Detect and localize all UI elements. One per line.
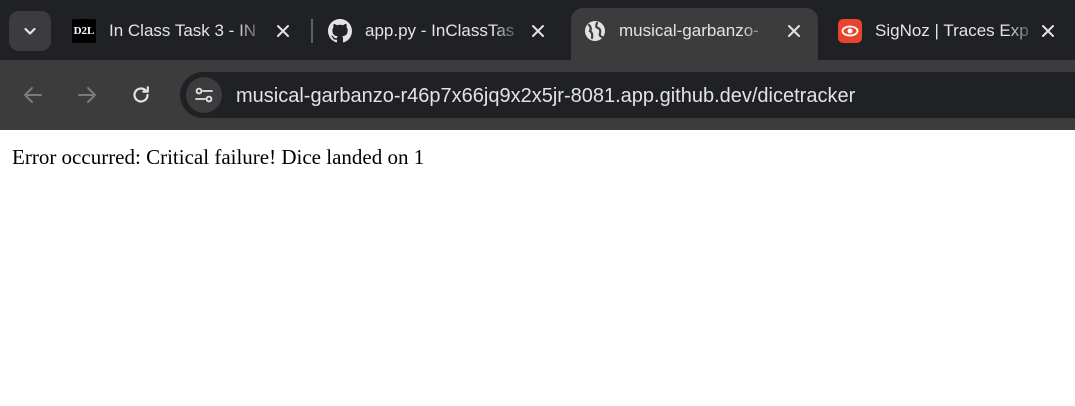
tab-signoz[interactable]: SigNoz | Traces Exp — [838, 8, 1068, 54]
tab-app-py[interactable]: app.py - InClassTas — [328, 8, 558, 54]
browser-chrome: D2L In Class Task 3 - IN app.py - InClas… — [0, 0, 1075, 130]
reload-icon — [133, 86, 149, 103]
url-text: musical-garbanzo-r46p7x66jq9x2x5jr-8081.… — [236, 85, 856, 107]
forward-button[interactable] — [72, 80, 102, 110]
tab-separator — [311, 19, 313, 43]
arrow-right-icon — [78, 87, 96, 103]
page-content: Error occurred: Critical failure! Dice l… — [0, 130, 1075, 406]
back-button[interactable] — [18, 80, 48, 110]
toolbar: musical-garbanzo-r46p7x66jq9x2x5jr-8081.… — [0, 60, 1075, 130]
close-tab-button[interactable] — [783, 20, 805, 42]
close-tab-button[interactable] — [527, 20, 549, 42]
signoz-icon — [838, 19, 862, 43]
site-info-button[interactable] — [186, 77, 222, 113]
close-tab-button[interactable] — [272, 20, 294, 42]
error-message: Error occurred: Critical failure! Dice l… — [12, 145, 425, 169]
close-icon — [1042, 25, 1054, 37]
arrow-left-icon — [24, 87, 42, 103]
tab-search-button[interactable] — [9, 11, 51, 51]
github-icon — [328, 19, 352, 43]
tab-strip: D2L In Class Task 3 - IN app.py - InClas… — [0, 0, 1075, 62]
close-icon — [788, 25, 800, 37]
close-icon — [532, 25, 544, 37]
chevron-down-icon — [24, 27, 36, 35]
d2l-icon: D2L — [72, 19, 96, 43]
tune-icon — [195, 87, 213, 103]
tab-in-class-task[interactable]: D2L In Class Task 3 - IN — [72, 8, 302, 54]
address-bar[interactable]: musical-garbanzo-r46p7x66jq9x2x5jr-8081.… — [180, 72, 1075, 118]
reload-button[interactable] — [126, 80, 156, 110]
close-icon — [277, 25, 289, 37]
globe-icon — [583, 19, 607, 43]
tab-musical-garbanzo[interactable]: musical-garbanzo- — [571, 8, 818, 62]
close-tab-button[interactable] — [1037, 20, 1059, 42]
